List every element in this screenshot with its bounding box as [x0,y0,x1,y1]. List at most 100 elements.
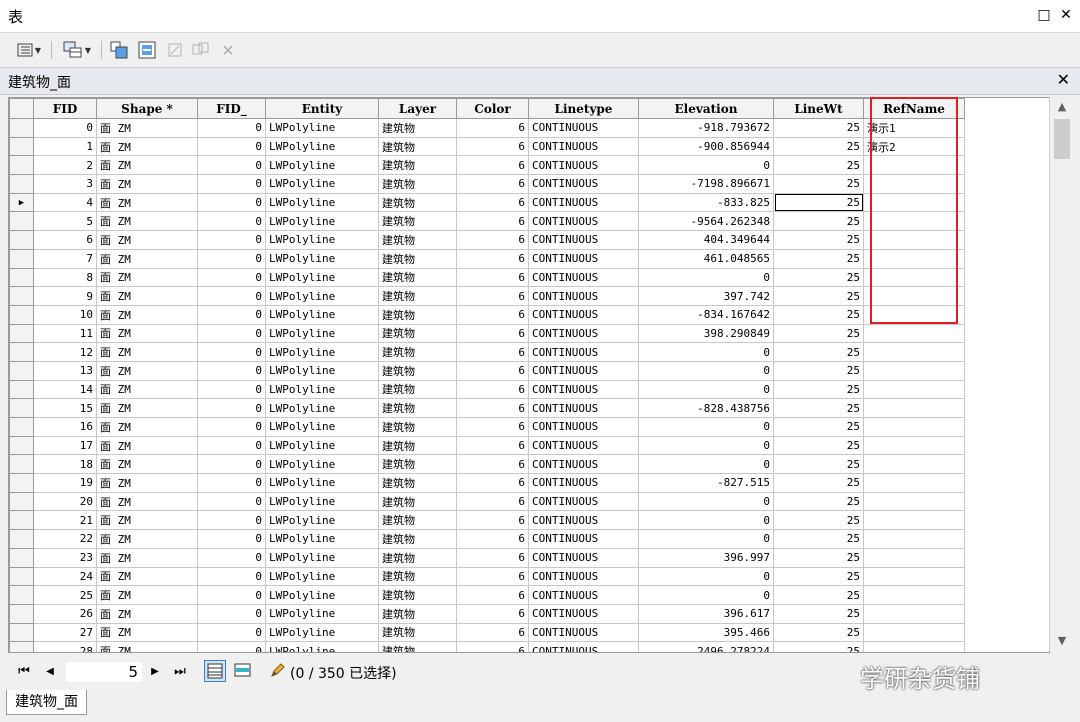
shape-cell[interactable]: 面 ZM [96,454,198,475]
linetype-cell[interactable]: CONTINUOUS [528,417,639,437]
refname-cell[interactable] [863,435,965,456]
shape-cell[interactable]: 面 ZM [96,174,198,194]
fid-cell[interactable]: 9 [33,286,97,306]
fid-cell[interactable]: 27 [33,622,97,643]
layer-cell[interactable]: 建筑物 [378,136,457,157]
show-all-records-button[interactable] [204,660,226,682]
shape-cell[interactable]: 面 ZM [96,585,198,605]
refname-cell[interactable] [863,304,965,325]
fid2-cell[interactable]: 0 [197,585,266,605]
entity-cell[interactable]: LWPolyline [265,379,379,400]
layer-cell[interactable]: 建筑物 [378,342,457,362]
table-row[interactable]: 0面 ZM 0 LWPolyline 建筑物 6 CONTINUOUS -918.79367… [9,118,972,138]
fid2-cell[interactable]: 0 [197,566,266,587]
shape-cell[interactable]: 面 ZM [96,529,198,549]
elevation-cell[interactable]: -918.793672 [638,118,774,138]
linetype-cell[interactable]: CONTINUOUS [528,491,639,512]
linetype-cell[interactable]: CONTINUOUS [528,454,639,475]
table-row[interactable]: 7面 ZM 0 LWPolyline 建筑物 6 CONTINUOUS 461.048565… [9,248,972,269]
refname-cell[interactable] [863,248,965,269]
linewt-cell[interactable]: 25 [773,118,864,138]
linewt-cell[interactable]: 25 [773,454,864,475]
layer-cell[interactable]: 建筑物 [378,248,457,269]
shape-cell[interactable]: 面 ZM [96,155,198,176]
linewt-cell[interactable]: 25 [773,510,864,531]
entity-cell[interactable]: LWPolyline [265,192,379,213]
vertical-scrollbar[interactable]: ▲ ▼ [1049,97,1074,651]
entity-cell[interactable]: LWPolyline [265,622,379,643]
layer-cell[interactable]: 建筑物 [378,641,457,652]
row-selector[interactable] [9,248,34,269]
linetype-cell[interactable]: CONTINUOUS [528,529,639,549]
refname-cell[interactable] [863,641,965,652]
linetype-cell[interactable]: CONTINUOUS [528,286,639,306]
fid-cell[interactable]: 2 [33,155,97,176]
table-row[interactable]: 1面 ZM 0 LWPolyline 建筑物 6 CONTINUOUS -900.85694… [9,136,972,157]
next-record-icon[interactable]: ▶ [146,662,164,682]
table-options-button[interactable]: ▼ [12,39,46,61]
layer-cell[interactable]: 建筑物 [378,286,457,306]
shape-cell[interactable]: 面 ZM [96,603,198,624]
shape-cell[interactable]: 面 ZM [96,342,198,362]
refname-cell[interactable] [863,454,965,475]
elevation-cell[interactable]: -828.438756 [638,398,774,418]
row-selector[interactable] [9,342,34,362]
linewt-cell[interactable]: 25 [773,360,864,381]
color-cell[interactable]: 6 [456,155,529,176]
row-selector[interactable] [9,454,34,475]
layer-cell[interactable]: 建筑物 [378,379,457,400]
fid2-cell[interactable]: 0 [197,622,266,643]
elevation-cell[interactable]: 396.997 [638,547,774,568]
fid-cell[interactable]: 15 [33,398,97,418]
table-row[interactable]: 18 面 ZM 0 LWPolyline 建筑物 6 CONTINUOUS 0 25 [9,454,972,475]
refname-cell[interactable] [863,267,965,288]
maximize-button[interactable]: □ [1034,5,1054,25]
row-selector[interactable] [9,491,34,512]
layer-cell[interactable]: 建筑物 [378,323,457,344]
refname-cell[interactable] [863,622,965,643]
fid2-cell[interactable]: 0 [197,379,266,400]
layer-cell[interactable]: 建筑物 [378,360,457,381]
linewt-cell[interactable]: 25 [773,473,864,493]
linewt-cell[interactable]: 25 [773,323,864,344]
row-selector[interactable] [9,379,34,400]
entity-cell[interactable]: LWPolyline [265,211,379,232]
table-row[interactable]: 24 面 ZM 0 LWPolyline 建筑物 6 CONTINUOUS 0 25 [9,566,972,587]
row-selector[interactable] [9,398,34,418]
table-row[interactable]: 12 面 ZM 0 LWPolyline 建筑物 6 CONTINUOUS 0 25 [9,342,972,362]
row-selector[interactable] [9,230,34,250]
elevation-cell[interactable]: 397.742 [638,286,774,306]
entity-cell[interactable]: LWPolyline [265,248,379,269]
elevation-cell[interactable]: -834.167642 [638,304,774,325]
elevation-cell[interactable]: -7198.896671 [638,174,774,194]
table-row[interactable]: 21 面 ZM 0 LWPolyline 建筑物 6 CONTINUOUS 0 25 [9,510,972,531]
linewt-cell[interactable]: 25 [773,566,864,587]
layer-cell[interactable]: 建筑物 [378,510,457,531]
layer-cell[interactable]: 建筑物 [378,435,457,456]
row-selector[interactable] [9,585,34,605]
row-selector-header[interactable] [9,98,34,119]
last-record-icon[interactable]: ⏭ [170,662,190,682]
layer-cell[interactable]: 建筑物 [378,585,457,605]
fid-cell[interactable]: 8 [33,267,97,288]
fid-cell[interactable]: 24 [33,566,97,587]
refname-cell[interactable]: 演示2 [863,136,965,157]
shape-cell[interactable]: 面 ZM [96,547,198,568]
fid-cell[interactable]: 14 [33,379,97,400]
table-row[interactable]: 22 面 ZM 0 LWPolyline 建筑物 6 CONTINUOUS 0 25 [9,529,972,549]
linewt-cell[interactable]: 25 [773,304,864,325]
table-row[interactable]: 5面 ZM 0 LWPolyline 建筑物 6 CONTINUOUS -9564.2623… [9,211,972,232]
linetype-cell[interactable]: CONTINUOUS [528,435,639,456]
fid-cell[interactable]: 13 [33,360,97,381]
entity-cell[interactable]: LWPolyline [265,603,379,624]
select-by-attributes-button[interactable] [108,39,130,61]
elevation-cell[interactable]: 0 [638,417,774,437]
elevation-cell[interactable]: 0 [638,566,774,587]
linewt-cell[interactable]: 25 [773,435,864,456]
linewt-cell[interactable]: 25 [773,211,864,232]
linewt-cell[interactable]: 25 [773,547,864,568]
color-cell[interactable]: 6 [456,192,529,213]
previous-record-icon[interactable]: ◀ [40,662,60,682]
shape-cell[interactable]: 面 ZM [96,286,198,306]
column-header[interactable]: FID [33,98,97,119]
